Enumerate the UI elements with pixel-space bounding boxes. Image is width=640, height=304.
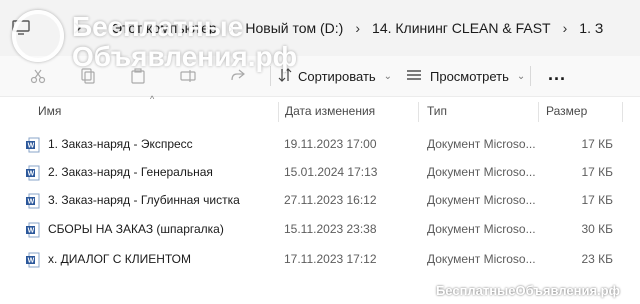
file-name: СБОРЫ НА ЗАКАЗ (шпаргалка)	[48, 222, 224, 236]
cut-icon[interactable]	[28, 66, 48, 86]
chevron-right-icon[interactable]	[64, 15, 90, 41]
column-header: ^ Имя Дата изменения Тип Размер	[0, 94, 640, 126]
file-date: 19.11.2023 17:00	[284, 137, 377, 151]
chevron-right-icon[interactable]: ›	[351, 20, 364, 36]
watermark-footer: БесплатныеОбъявления.рф	[435, 283, 620, 298]
column-date[interactable]: Дата изменения	[285, 96, 375, 126]
share-icon[interactable]	[228, 66, 248, 86]
file-row[interactable]: W x. ДИАЛОГ С КЛИЕНТОМ 17.11.2023 17:12 …	[0, 245, 640, 274]
chevron-right-icon[interactable]: ›	[559, 20, 572, 36]
file-size: 30 КБ	[581, 222, 613, 236]
chevron-down-icon: ⌄	[383, 70, 393, 82]
file-name: 2. Заказ-наряд - Генеральная	[48, 165, 213, 179]
command-bar: Сортировать ⌄ Просмотреть ⌄ ...	[0, 56, 640, 97]
file-size: 17 КБ	[581, 193, 613, 207]
watermark-logo	[12, 10, 64, 62]
column-divider[interactable]	[622, 102, 623, 122]
toolbar-divider	[270, 66, 271, 86]
word-doc-icon: W	[26, 165, 40, 181]
chevron-right-icon[interactable]: ›	[225, 20, 238, 36]
sort-label: Сортировать	[298, 68, 376, 84]
column-divider[interactable]	[278, 102, 279, 122]
word-doc-icon: W	[26, 252, 40, 268]
file-size: 17 КБ	[581, 137, 613, 151]
sort-button[interactable]: Сортировать ⌄	[278, 64, 392, 88]
word-doc-icon: W	[26, 137, 40, 153]
file-row[interactable]: W 1. Заказ-наряд - Экспресс 19.11.2023 1…	[0, 130, 640, 159]
file-type: Документ Microso...	[427, 137, 535, 151]
word-doc-icon: W	[26, 193, 40, 209]
file-row[interactable]: W 2. Заказ-наряд - Генеральная 15.01.202…	[0, 158, 640, 187]
rename-icon[interactable]	[178, 66, 198, 86]
file-name: 1. Заказ-наряд - Экспресс	[48, 137, 193, 151]
column-divider[interactable]	[418, 102, 419, 122]
breadcrumb: Этот компьютер › Новый том (D:) › 14. Кл…	[104, 12, 640, 44]
svg-text:W: W	[28, 171, 35, 178]
breadcrumb-current-folder[interactable]: 1. З	[571, 20, 611, 36]
file-row[interactable]: W СБОРЫ НА ЗАКАЗ (шпаргалка) 15.11.2023 …	[0, 215, 640, 244]
file-type: Документ Microso...	[427, 193, 535, 207]
file-date: 15.11.2023 23:38	[284, 222, 377, 236]
copy-icon[interactable]	[78, 66, 98, 86]
file-size: 23 КБ	[581, 252, 613, 266]
toolbar-divider	[530, 66, 531, 86]
view-label: Просмотреть	[430, 68, 509, 84]
file-row[interactable]: W 3. Заказ-наряд - Глубинная чистка 27.1…	[0, 186, 640, 215]
file-date: 17.11.2023 17:12	[284, 252, 377, 266]
file-type: Документ Microso...	[427, 252, 535, 266]
more-options-button[interactable]: ...	[548, 64, 566, 85]
chevron-down-icon: ⌄	[516, 70, 526, 82]
breadcrumb-cleaning-folder[interactable]: 14. Клининг CLEAN & FAST	[364, 20, 559, 36]
view-icon	[406, 69, 422, 84]
column-type[interactable]: Тип	[427, 96, 447, 126]
svg-text:W: W	[28, 199, 35, 206]
sort-icon	[278, 67, 292, 85]
breadcrumb-drive-d[interactable]: Новый том (D:)	[237, 20, 351, 36]
file-date: 15.01.2024 17:13	[284, 165, 378, 179]
file-size: 17 КБ	[581, 165, 613, 179]
file-type: Документ Microso...	[427, 165, 535, 179]
svg-text:W: W	[28, 258, 35, 265]
column-size[interactable]: Размер	[546, 96, 587, 126]
file-type: Документ Microso...	[427, 222, 535, 236]
sort-ascending-icon: ^	[150, 94, 155, 104]
svg-text:W: W	[28, 228, 35, 235]
svg-text:W: W	[28, 143, 35, 150]
paste-icon[interactable]	[128, 66, 148, 86]
column-name[interactable]: Имя	[38, 96, 61, 126]
address-bar: Этот компьютер › Новый том (D:) › 14. Кл…	[0, 0, 640, 57]
breadcrumb-this-pc[interactable]: Этот компьютер	[104, 20, 225, 36]
file-name: 3. Заказ-наряд - Глубинная чистка	[48, 193, 240, 207]
word-doc-icon: W	[26, 222, 40, 238]
file-date: 27.11.2023 16:12	[284, 193, 377, 207]
view-button[interactable]: Просмотреть ⌄	[406, 64, 525, 88]
file-name: x. ДИАЛОГ С КЛИЕНТОМ	[48, 252, 192, 266]
column-divider[interactable]	[538, 102, 539, 122]
